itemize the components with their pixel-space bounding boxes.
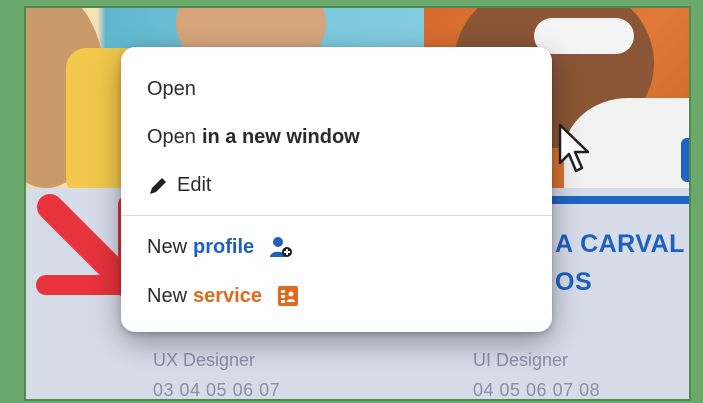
carousel-next-button[interactable] — [681, 138, 689, 182]
menu-item-emphasis: profile — [193, 235, 255, 258]
menu-item-label: Open — [147, 126, 196, 148]
menu-item-emphasis: service — [193, 284, 262, 307]
menu-item-label: New — [147, 235, 188, 258]
card-name-line1: A CARVAL — [555, 230, 685, 258]
menu-item-label: Open — [147, 78, 196, 100]
card-role: UX Designer — [153, 350, 256, 370]
menu-item-emphasis: in a new window — [201, 126, 360, 148]
person-add-icon — [270, 237, 293, 257]
card-name-line2: OS — [555, 268, 593, 296]
menu-item-new-service[interactable]: New service — [147, 284, 300, 308]
card-role: UI Designer — [473, 350, 569, 370]
menu-item-new-profile[interactable]: New profile — [147, 235, 294, 259]
card-phone: 03 04 05 06 07 — [153, 380, 281, 400]
menu-item-open[interactable]: Open — [147, 78, 196, 101]
menu-item-open-new-window[interactable]: Open in a new window — [147, 126, 360, 149]
contact-card-icon — [277, 286, 298, 306]
menu-item-edit[interactable]: Edit — [147, 174, 211, 197]
context-menu: Open Open in a new window Edit New profi… — [121, 47, 552, 332]
menu-divider — [121, 215, 552, 216]
pencil-icon — [150, 177, 166, 194]
menu-item-label: New — [147, 284, 188, 307]
menu-item-label: Edit — [177, 174, 212, 196]
card-phone: 04 05 06 07 08 — [473, 380, 601, 400]
mouse-cursor-icon — [558, 123, 590, 173]
